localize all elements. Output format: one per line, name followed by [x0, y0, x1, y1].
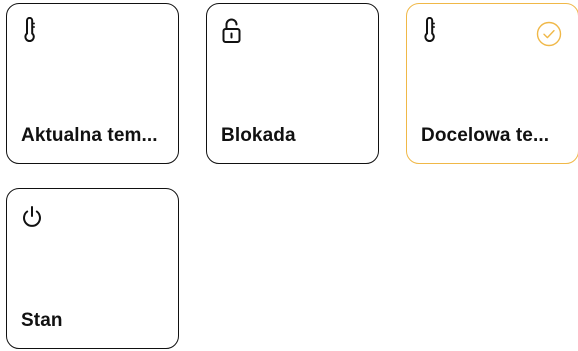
check-circle-icon	[536, 21, 562, 47]
thermometer-icon	[20, 17, 44, 43]
tile-current-temperature[interactable]: Aktualna tem...	[6, 3, 179, 164]
tile-label: Aktualna tem...	[21, 125, 158, 146]
power-icon	[20, 202, 44, 228]
tile-state[interactable]: Stan	[6, 188, 179, 349]
thermometer-icon	[420, 17, 444, 43]
tile-label: Docelowa te...	[421, 125, 550, 146]
tile-target-temperature[interactable]: Docelowa te...	[406, 3, 578, 164]
unlocked-padlock-icon	[220, 17, 244, 43]
tile-label: Blokada	[221, 125, 296, 146]
tile-label: Stan	[21, 310, 63, 331]
tile-lock[interactable]: Blokada	[206, 3, 379, 164]
device-tiles-grid: Aktualna tem... Blokada Docelowa te... S…	[0, 0, 578, 351]
